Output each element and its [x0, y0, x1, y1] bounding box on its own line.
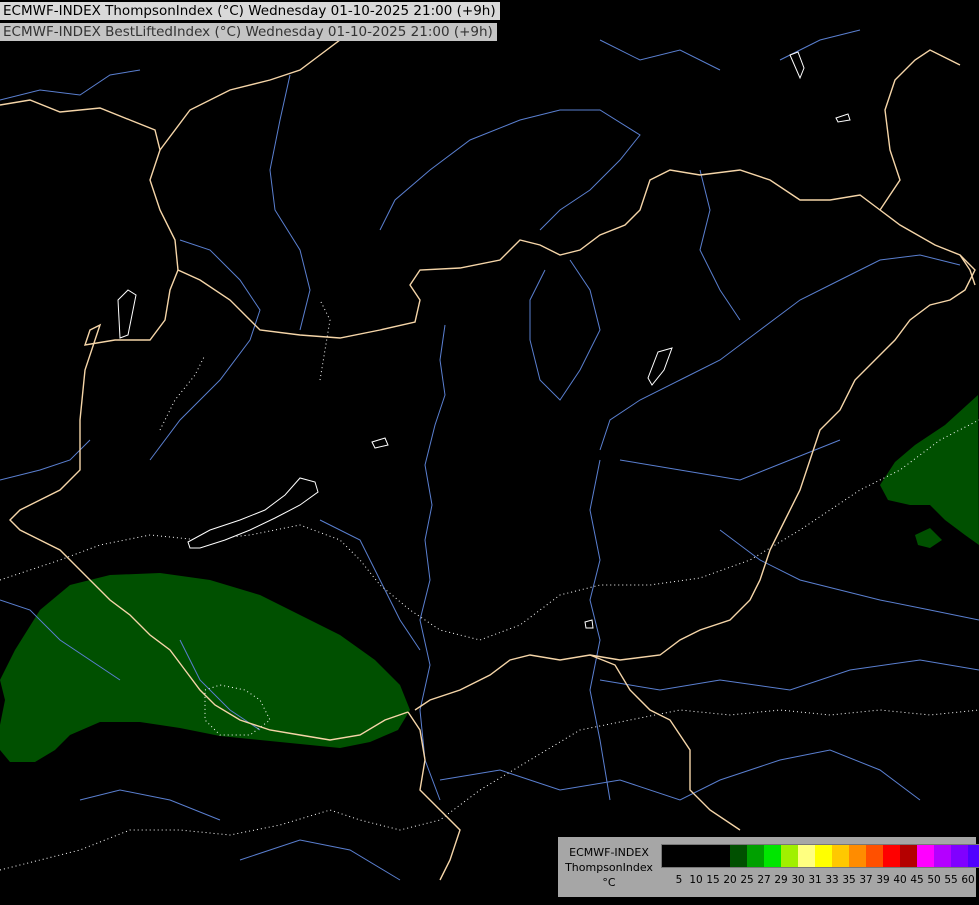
legend-swatch: [798, 845, 815, 867]
map-background: [0, 0, 979, 900]
legend-tick: 15: [706, 874, 720, 886]
legend-swatch: [679, 845, 696, 867]
legend-swatch: [815, 845, 832, 867]
legend-label-unit: °C: [602, 876, 616, 889]
legend-tick: 20: [723, 874, 737, 886]
legend-swatch: [747, 845, 764, 867]
map-title-secondary: ECMWF-INDEX BestLiftedIndex (°C) Wednesd…: [0, 23, 497, 41]
legend-tick: 5: [675, 874, 683, 886]
legend-swatch: [917, 845, 934, 867]
legend-tick: 29: [774, 874, 788, 886]
legend-tick: 40: [893, 874, 907, 886]
legend-swatch: [832, 845, 849, 867]
legend-swatch: [866, 845, 883, 867]
legend-tick: 60: [961, 874, 975, 886]
legend-swatch: [934, 845, 951, 867]
legend-tick: 39: [876, 874, 890, 886]
legend-tick: 30: [791, 874, 805, 886]
legend-swatch: [849, 845, 866, 867]
legend-tick: 10: [689, 874, 703, 886]
legend-swatch: [900, 845, 917, 867]
legend-tick: 35: [842, 874, 856, 886]
legend-tick: 55: [944, 874, 958, 886]
lake-small-6: [584, 619, 594, 629]
legend-swatch: [713, 845, 730, 867]
legend-tick: 27: [757, 874, 771, 886]
legend-swatch: [951, 845, 968, 867]
legend-swatch: [968, 845, 979, 867]
map-svg[interactable]: [0, 0, 979, 900]
legend-tick: 25: [740, 874, 754, 886]
legend-swatch: [696, 845, 713, 867]
legend-tick: 37: [859, 874, 873, 886]
legend-tick: 45: [910, 874, 924, 886]
legend-swatch: [662, 845, 679, 867]
legend-label-source: ECMWF-INDEX: [569, 846, 649, 859]
legend-swatch: [883, 845, 900, 867]
legend-tick: 31: [808, 874, 822, 886]
legend-tick: 33: [825, 874, 839, 886]
legend-tick: 50: [927, 874, 941, 886]
legend-swatch: [764, 845, 781, 867]
color-legend: ECMWF-INDEX ThompsonIndex °C 5 10 15 20 25 27…: [558, 837, 979, 897]
map-canvas[interactable]: [0, 0, 979, 900]
legend-label-parameter: ThompsonIndex: [565, 861, 653, 874]
legend-swatch: [730, 845, 747, 867]
map-title-primary: ECMWF-INDEX ThompsonIndex (°C) Wednesday…: [0, 2, 500, 20]
legend-swatch: [781, 845, 798, 867]
legend-color-bar: [661, 844, 979, 868]
